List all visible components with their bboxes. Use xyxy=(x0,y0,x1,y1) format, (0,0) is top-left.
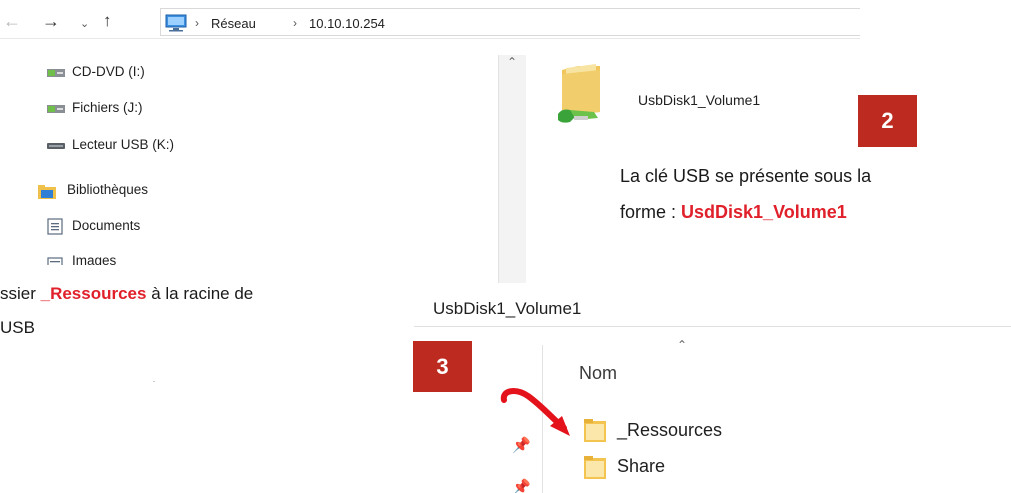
annotation-arrow-icon xyxy=(500,388,570,436)
step-2-caption-line2: forme : UsdDisk1_Volume1 xyxy=(620,194,871,230)
stray-mark xyxy=(153,381,155,382)
pin-icon[interactable]: 📌 xyxy=(512,478,531,493)
step-2-caption: La clé USB se présente sous la forme : U… xyxy=(620,158,871,230)
address-field[interactable]: › Réseau › 10.10.10.254 xyxy=(160,8,860,36)
nav-item-bibliotheques[interactable]: Bibliothèques xyxy=(38,182,258,202)
nav-item-documents[interactable]: Documents xyxy=(47,218,247,238)
file-row-share[interactable]: Share xyxy=(584,453,844,483)
shared-folder-name[interactable]: UsbDisk1_Volume1 xyxy=(638,92,760,108)
file-name: _Ressources xyxy=(617,420,723,440)
scroll-up-icon[interactable]: ⌃ xyxy=(507,55,517,69)
step-left-caption-line1: ssier _Ressources à la racine de xyxy=(0,277,253,311)
explorer-window-title: UsbDisk1_Volume1 xyxy=(433,299,582,318)
column-header-name[interactable]: Nom xyxy=(579,363,617,384)
title-divider xyxy=(414,326,1011,327)
file-row-ressources[interactable]: _Ressources xyxy=(584,416,844,446)
folder-icon xyxy=(584,456,606,479)
nav-item-images[interactable]: Images xyxy=(47,254,247,265)
nav-item-lecteur-usb[interactable]: Lecteur USB (K:) xyxy=(47,137,267,155)
folder-icon xyxy=(584,419,606,442)
step-3-badge: 3 xyxy=(413,341,472,392)
step-2-badge: 2 xyxy=(858,95,917,147)
forward-arrow-icon[interactable]: → xyxy=(42,11,60,31)
nav-item-label: Lecteur USB (K:) xyxy=(72,137,175,152)
caption-highlight: UsdDisk1_Volume1 xyxy=(681,202,847,222)
step-left-caption: ssier _Ressources à la racine de USB xyxy=(0,277,253,345)
up-arrow-icon[interactable]: ↑ xyxy=(103,11,112,31)
sort-ascending-icon[interactable]: ⌃ xyxy=(677,338,687,352)
breadcrumb-separator-icon: › xyxy=(195,16,199,30)
nav-pane-scrollbar[interactable]: ⌃ xyxy=(498,55,526,283)
breadcrumb-network[interactable]: Réseau xyxy=(211,16,256,31)
nav-item-label: Images xyxy=(72,254,117,265)
network-computer-icon xyxy=(165,14,187,32)
step-2-caption-line1: La clé USB se présente sous la xyxy=(620,166,872,186)
file-name: Share xyxy=(617,456,666,476)
network-drive-icon xyxy=(47,105,65,113)
recent-locations-chevron-icon[interactable]: ⌄ xyxy=(80,14,89,34)
caption-text: ssier xyxy=(0,284,41,303)
nav-item-label: Fichiers (J:) xyxy=(72,100,143,115)
caption-text: à la racine de xyxy=(146,284,254,303)
nav-item-label: CD-DVD (I:) xyxy=(72,64,145,79)
step-left-caption-line2: USB xyxy=(0,318,35,337)
nav-item-label: Documents xyxy=(72,218,141,233)
libraries-icon xyxy=(38,185,56,199)
shared-folder-icon[interactable] xyxy=(556,64,606,126)
address-bar-row: ← → ⌄ ↑ › Réseau › 10.10.10.254 xyxy=(0,8,860,39)
documents-icon xyxy=(47,218,63,235)
caption-text: forme : xyxy=(620,202,682,222)
images-icon xyxy=(47,257,63,265)
nav-item-fichiers[interactable]: Fichiers (J:) xyxy=(47,100,247,118)
breadcrumb-separator-icon: › xyxy=(293,16,297,30)
caption-highlight: _Ressources xyxy=(40,284,147,303)
back-arrow-icon[interactable]: ← xyxy=(3,11,21,31)
usb-drive-icon xyxy=(47,143,65,149)
nav-item-label: Bibliothèques xyxy=(67,182,149,197)
nav-item-cd-dvd[interactable]: CD-DVD (I:) xyxy=(47,64,247,82)
breadcrumb-host[interactable]: 10.10.10.254 xyxy=(309,16,385,31)
network-drive-icon xyxy=(47,69,65,77)
